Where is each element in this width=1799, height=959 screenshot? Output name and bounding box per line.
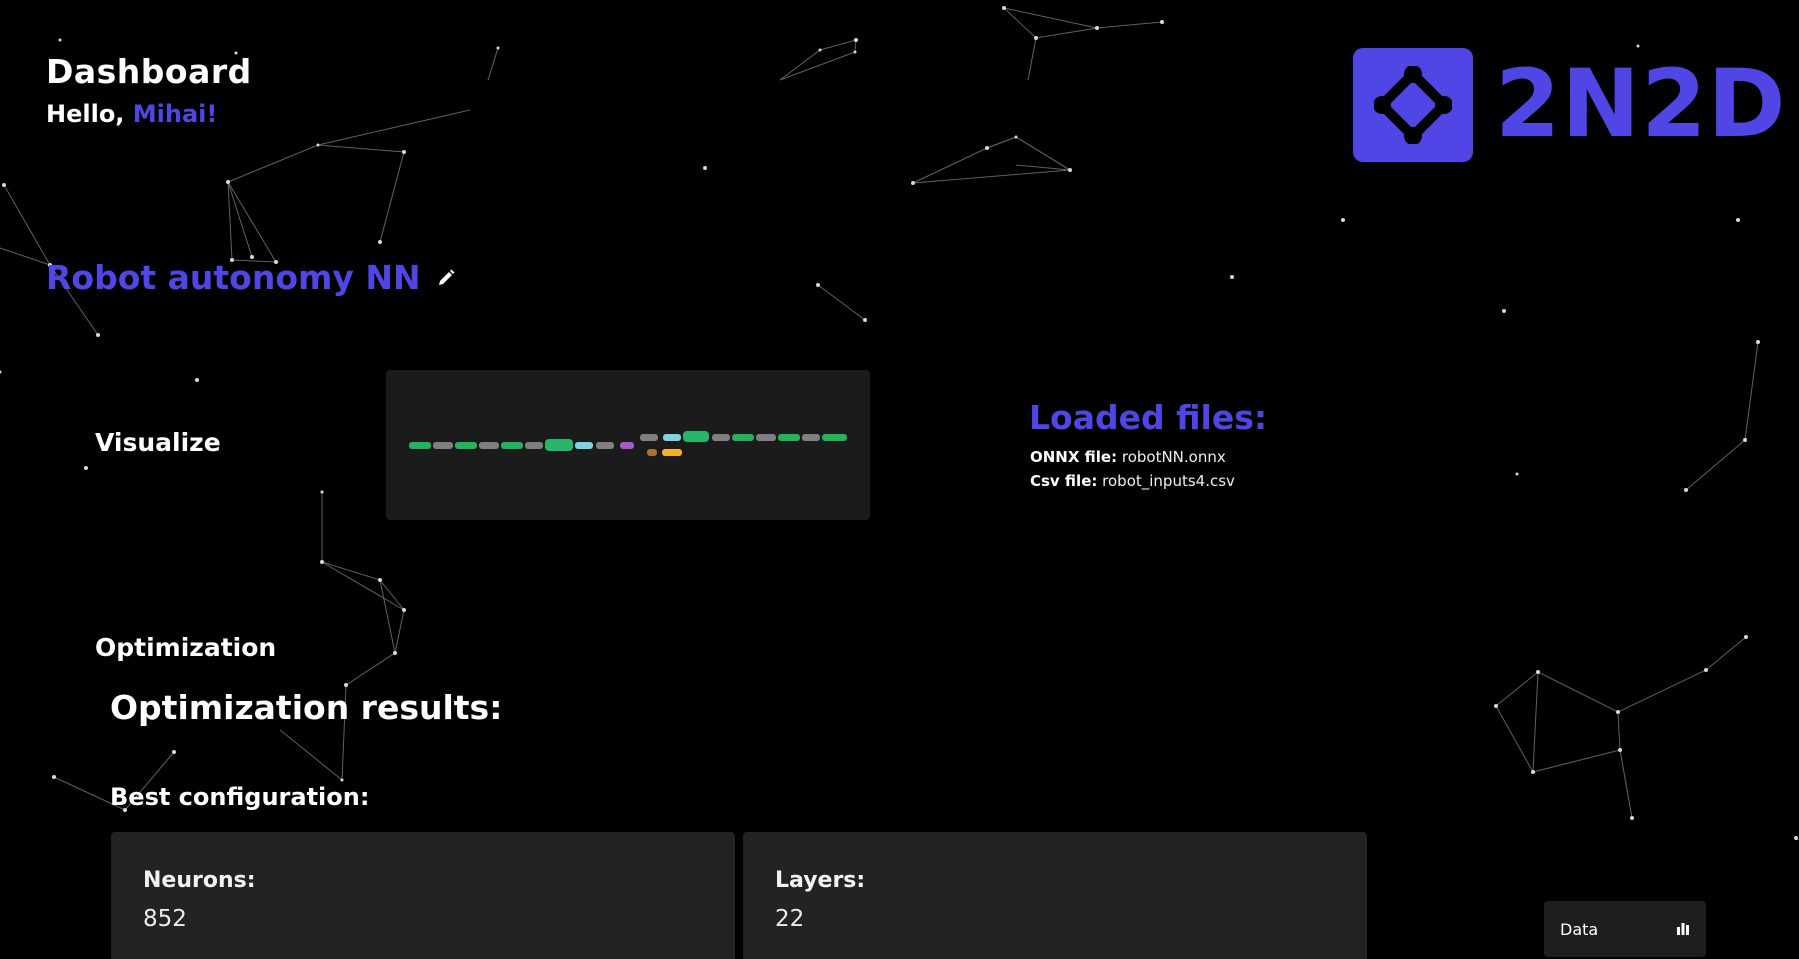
- csv-file-line: Csv file: robot_inputs4.csv: [1030, 472, 1235, 490]
- data-button-label: Data: [1560, 919, 1599, 939]
- network-diamond-icon: [1353, 48, 1473, 162]
- bar-chart-icon: [1676, 920, 1690, 939]
- data-button[interactable]: Data: [1544, 901, 1706, 957]
- greeting-prefix: Hello,: [46, 100, 133, 128]
- neurons-label: Neurons:: [143, 868, 256, 893]
- onnx-file-name: robotNN.onnx: [1121, 448, 1226, 466]
- csv-file-label: Csv file:: [1030, 472, 1098, 490]
- loaded-files-title: Loaded files:: [1029, 398, 1268, 437]
- neurons-card: Neurons: 852: [111, 832, 735, 959]
- optimization-results-title: Optimization results:: [110, 688, 503, 727]
- username: Mihai!: [132, 100, 218, 128]
- network-graph: [409, 431, 847, 456]
- project-header: Robot autonomy NN: [46, 258, 457, 297]
- csv-file-name: robot_inputs4.csv: [1102, 472, 1235, 490]
- section-visualize[interactable]: Visualize: [95, 428, 221, 457]
- layers-card: Layers: 22: [743, 832, 1367, 959]
- neurons-value: 852: [143, 906, 187, 932]
- layers-value: 22: [775, 906, 805, 932]
- network-visualization-preview[interactable]: [386, 370, 870, 520]
- onnx-file-line: ONNX file: robotNN.onnx: [1030, 448, 1226, 466]
- page-title: Dashboard: [46, 52, 252, 91]
- pencil-icon[interactable]: [435, 267, 457, 289]
- brand-name: 2N2D: [1495, 50, 1787, 159]
- section-optimization[interactable]: Optimization: [95, 633, 276, 662]
- onnx-file-label: ONNX file:: [1030, 448, 1118, 466]
- greeting: Hello, Mihai!: [46, 100, 217, 128]
- dashboard-page: Dashboard Hello, Mihai! 2N2D Robot auton…: [0, 0, 1799, 959]
- project-title: Robot autonomy NN: [46, 258, 421, 297]
- layers-label: Layers:: [775, 868, 866, 893]
- best-configuration-title: Best configuration:: [110, 783, 370, 811]
- brand-logo: 2N2D: [1353, 48, 1787, 162]
